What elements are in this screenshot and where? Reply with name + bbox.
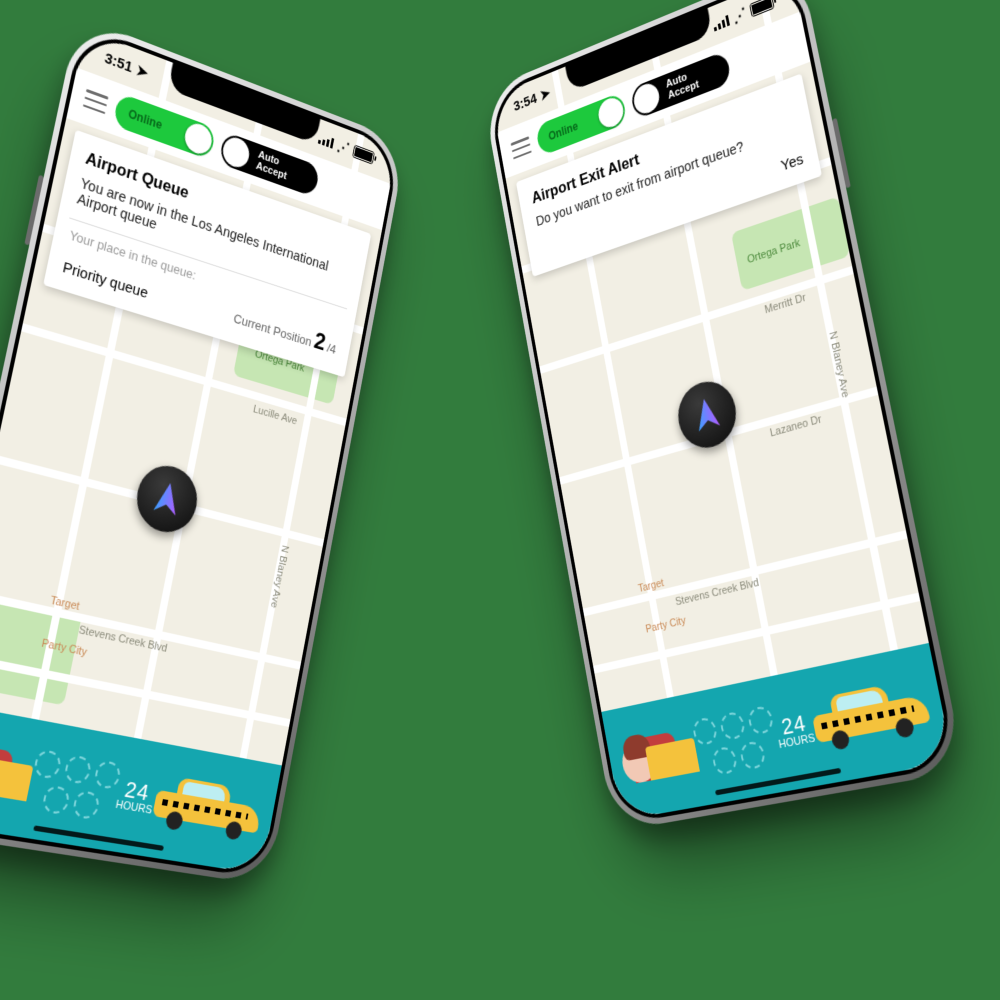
map-city-label: Sunnyvale [85,150,165,196]
map-park-label: Ortega Park [746,237,801,266]
position-total: /4 [326,340,337,357]
wifi-icon: ⋰ [731,4,747,26]
online-toggle-label: Online [548,119,579,143]
taxi-illustration [150,774,264,843]
status-time: 3:51 [103,49,134,75]
feature-bubbles [692,705,782,778]
location-arrow-icon: ➤ [135,61,150,82]
operator-illustration [0,740,36,801]
phone-mockup-right: 3:54 ➤ ⋰ Online Auto Accept [482,0,965,832]
home-indicator [33,825,164,851]
map-road-label: N Blaney Ave [268,544,290,609]
battery-icon [749,0,774,17]
wifi-icon: ⋰ [336,137,351,158]
auto-accept-label: Auto Accept [665,59,720,101]
toggle-knob [182,120,214,158]
toggle-knob [632,80,662,117]
toggle-knob [221,134,252,171]
map-road-label: Alberta Ave [77,248,131,276]
map-poi-label: Party City [645,615,687,636]
confirm-yes-button[interactable]: Yes [780,151,805,175]
phone-mockup-left: 3:51 ➤ ⋰ Online Auto Accept [0,16,407,885]
taxi-illustration [809,677,933,753]
toggle-knob [596,94,625,131]
map-poi-label: Party City [40,637,87,659]
map-road-label: Merritt Dr [764,292,807,317]
status-time: 3:54 [512,90,538,114]
feature-bubbles [26,749,122,823]
queue-name: Priority queue [61,259,149,302]
home-indicator [715,768,841,796]
map-road-label: Stevens Creek Blvd [674,577,759,609]
battery-icon [352,145,375,165]
menu-icon[interactable] [83,89,109,114]
location-arrow-icon: ➤ [539,84,552,104]
operator-illustration [619,728,700,785]
auto-accept-label: Auto Accept [255,149,309,189]
cell-signal-icon [712,14,729,31]
hours-badge: 24HOURS [115,776,158,817]
map-road-label: Lazaneo Dr [769,413,823,439]
cell-signal-icon [318,133,334,148]
map-road-label: Stevens Creek Blvd [78,624,168,655]
menu-icon[interactable] [511,136,532,159]
map-poi-label: Target [49,594,80,613]
online-toggle-label: Online [127,107,163,132]
map-road-label: N Blaney Ave [827,330,851,399]
hours-badge: 24HOURS [774,709,817,751]
